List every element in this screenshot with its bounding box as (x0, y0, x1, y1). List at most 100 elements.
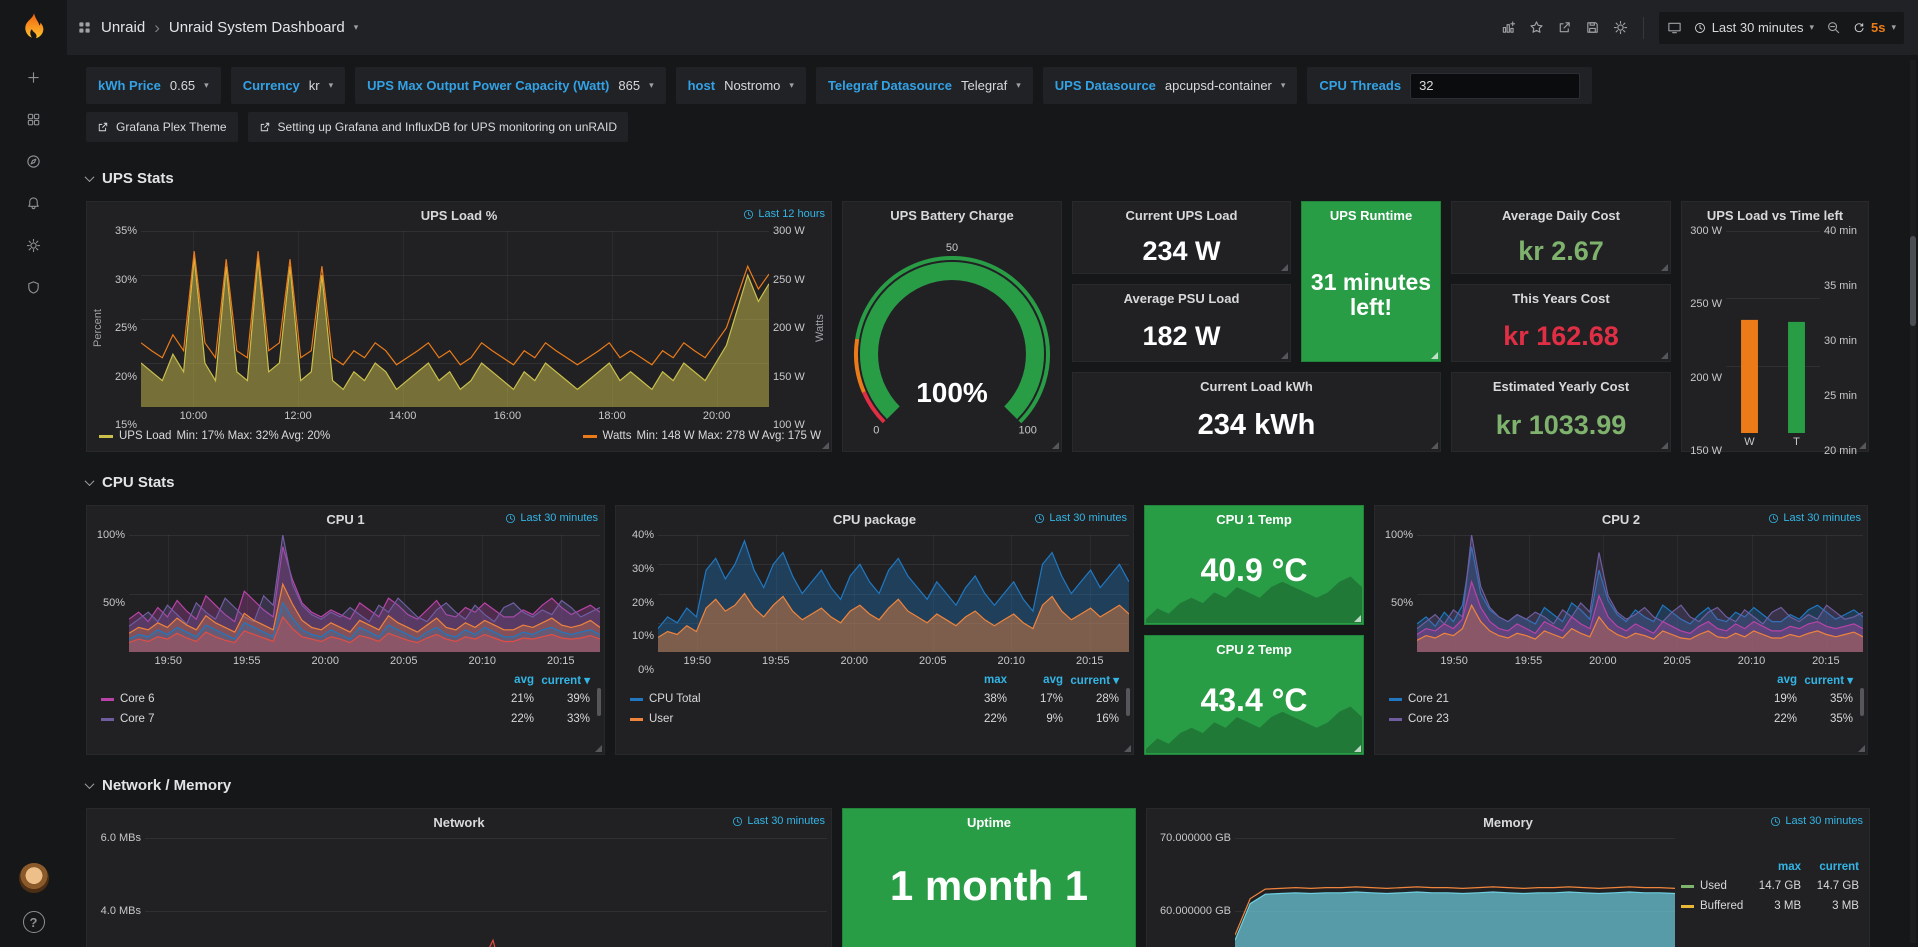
save-icon[interactable] (1585, 20, 1600, 35)
series-name[interactable]: Core 23 (1408, 713, 1741, 725)
series-swatch[interactable] (1681, 905, 1694, 908)
dashboards-icon[interactable] (24, 109, 44, 129)
series-name[interactable]: Core 7 (120, 713, 478, 725)
section-cpu-stats[interactable]: CPU Stats (86, 474, 1901, 491)
legend-col-current[interactable]: current (1801, 861, 1859, 873)
link-ups-monitoring-guide[interactable]: Setting up Grafana and InfluxDB for UPS … (248, 112, 629, 142)
tv-mode-icon[interactable] (1667, 20, 1682, 35)
panel-time-range[interactable]: Last 30 minutes (505, 512, 598, 524)
legend-col-max[interactable]: max (1743, 861, 1801, 873)
refresh-picker[interactable]: 5s ▾ (1853, 20, 1896, 35)
legend-scrollbar[interactable] (1126, 688, 1130, 716)
panel-title[interactable]: Uptime (967, 815, 1011, 830)
panel-title[interactable]: Current UPS Load (1126, 208, 1238, 223)
caret-down-icon[interactable]: ▾ (354, 22, 359, 33)
legend-col-current[interactable]: current ▾ (534, 673, 590, 687)
legend-scrollbar[interactable] (1860, 688, 1864, 716)
page-scrollbar[interactable] (1910, 60, 1916, 943)
panel-title[interactable]: CPU 1 Temp (1216, 512, 1292, 527)
user-avatar[interactable] (19, 863, 49, 893)
legend-col-current[interactable]: current ▾ (1797, 673, 1853, 687)
series-name[interactable]: Used (1700, 880, 1743, 892)
panel-title[interactable]: UPS Load vs Time left (1707, 208, 1843, 223)
legend-scrollbar[interactable] (597, 688, 601, 716)
legend-col-max[interactable]: max (951, 674, 1007, 686)
panel-title[interactable]: CPU 2 (1602, 512, 1640, 527)
scrollbar-thumb[interactable] (1910, 236, 1916, 326)
series-name[interactable]: CPU Total (649, 693, 951, 705)
section-ups-stats[interactable]: UPS Stats (86, 170, 1901, 187)
legend-col-current[interactable]: current ▾ (1063, 673, 1119, 687)
panel-time-range[interactable]: Last 12 hours (743, 208, 825, 220)
series-swatch[interactable] (630, 698, 643, 701)
legend-item-watts[interactable]: WattsMin: 148 W Max: 278 W Avg: 175 W (583, 430, 821, 442)
panel-title[interactable]: Estimated Yearly Cost (1493, 379, 1629, 394)
dashboard-title[interactable]: Unraid System Dashboard (169, 19, 345, 36)
series-stats: Min: 17% Max: 32% Avg: 20% (176, 430, 330, 442)
grafana-logo[interactable] (17, 10, 51, 49)
panel-title[interactable]: Network (433, 815, 484, 830)
variable-kwh-price[interactable]: kWh Price0.65▾ (86, 67, 221, 104)
cpu1-chart[interactable] (129, 535, 600, 652)
panel-title[interactable]: UPS Runtime (1330, 208, 1412, 223)
variable-currency[interactable]: Currencykr▾ (231, 67, 345, 104)
legend-col-avg[interactable]: avg (1741, 674, 1797, 686)
apps-grid-icon[interactable] (77, 20, 92, 35)
series-swatch[interactable] (101, 698, 114, 701)
series-name[interactable]: User (649, 713, 951, 725)
panel-title[interactable]: This Years Cost (1512, 291, 1609, 306)
legend-col-avg[interactable]: avg (1007, 674, 1063, 686)
series-swatch[interactable] (630, 718, 643, 721)
add-panel-icon[interactable] (1501, 20, 1516, 35)
configuration-gear-icon[interactable] (24, 235, 44, 255)
series-name[interactable]: Buffered (1700, 900, 1743, 912)
series-swatch[interactable] (1389, 698, 1402, 701)
panel-title[interactable]: UPS Load % (421, 208, 498, 223)
cpu2-chart[interactable] (1417, 535, 1863, 652)
variable-telegraf-datasource[interactable]: Telegraf DatasourceTelegraf▾ (816, 67, 1033, 104)
variable-ups-datasource[interactable]: UPS Datasourceapcupsd-container▾ (1043, 67, 1298, 104)
panel-title[interactable]: UPS Battery Charge (890, 208, 1014, 223)
ups-load-chart[interactable] (141, 231, 769, 407)
memory-chart[interactable] (1235, 838, 1675, 947)
panel-time-range[interactable]: Last 30 minutes (1768, 512, 1861, 524)
section-network-memory[interactable]: Network / Memory (86, 777, 1901, 794)
legend-col-avg[interactable]: avg (478, 674, 534, 686)
star-icon[interactable] (1529, 20, 1544, 35)
variable-host[interactable]: hostNostromo▾ (676, 67, 806, 104)
alerting-bell-icon[interactable] (24, 193, 44, 213)
explore-compass-icon[interactable] (24, 151, 44, 171)
variable-ups-max-output[interactable]: UPS Max Output Power Capacity (Watt)865▾ (355, 67, 665, 104)
panel-title[interactable]: Current Load kWh (1200, 379, 1313, 394)
cpu-threads-input[interactable]: 32 (1410, 73, 1580, 99)
zoom-out-icon[interactable] (1826, 20, 1841, 35)
panel-title[interactable]: CPU package (833, 512, 916, 527)
ups-bar-chart[interactable] (1726, 231, 1820, 433)
panel-title[interactable]: CPU 2 Temp (1216, 642, 1292, 657)
server-admin-shield-icon[interactable] (24, 277, 44, 297)
cpu-package-chart[interactable] (658, 535, 1129, 652)
x-tick: 20:10 (1738, 655, 1766, 667)
link-grafana-plex-theme[interactable]: Grafana Plex Theme (86, 112, 238, 142)
time-picker[interactable]: Last 30 minutes ▾ (1694, 20, 1814, 35)
panel-time-range[interactable]: Last 30 minutes (1770, 815, 1863, 827)
create-icon[interactable] (24, 67, 44, 87)
panel-time-range[interactable]: Last 30 minutes (732, 815, 825, 827)
dashboard-settings-icon[interactable] (1613, 20, 1628, 35)
network-chart[interactable] (145, 838, 827, 947)
series-name[interactable]: Core 21 (1408, 693, 1741, 705)
panel-time-range[interactable]: Last 30 minutes (1034, 512, 1127, 524)
series-swatch[interactable] (1681, 885, 1694, 888)
panel-title[interactable]: CPU 1 (326, 512, 364, 527)
series-swatch[interactable] (101, 718, 114, 721)
panel-title[interactable]: Memory (1483, 815, 1533, 830)
breadcrumb-folder[interactable]: Unraid (101, 19, 145, 36)
battery-gauge[interactable]: 050100100% (843, 229, 1061, 451)
panel-title[interactable]: Average PSU Load (1124, 291, 1240, 306)
legend-item-ups-load[interactable]: UPS LoadMin: 17% Max: 32% Avg: 20% (99, 430, 330, 442)
help-icon[interactable]: ? (23, 911, 45, 933)
panel-title[interactable]: Average Daily Cost (1502, 208, 1620, 223)
series-swatch[interactable] (1389, 718, 1402, 721)
series-name[interactable]: Core 6 (120, 693, 478, 705)
share-icon[interactable] (1557, 20, 1572, 35)
